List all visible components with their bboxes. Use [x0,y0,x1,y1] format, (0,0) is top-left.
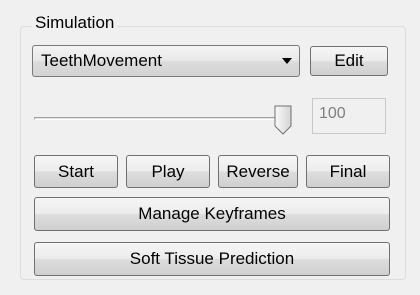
manage-keyframes-label: Manage Keyframes [138,204,286,223]
slider-track[interactable] [34,117,288,120]
edit-button[interactable]: Edit [310,46,388,76]
edit-button-label: Edit [334,51,364,70]
soft-tissue-prediction-label: Soft Tissue Prediction [129,249,295,268]
slider-thumb[interactable] [274,105,292,135]
final-button[interactable]: Final [306,155,390,188]
manage-keyframes-button[interactable]: Manage Keyframes [34,197,390,231]
play-button[interactable]: Play [126,155,210,188]
start-button-label: Start [58,161,94,181]
model-select-dropdown[interactable]: TeethMovement [32,45,300,77]
simulation-group-title: Simulation [32,13,118,33]
start-button[interactable]: Start [34,155,118,188]
slider-value-field: 100 [312,98,386,134]
final-button-label: Final [329,161,367,181]
reverse-button[interactable]: Reverse [218,155,298,188]
dropdown-arrow-icon[interactable] [282,58,292,64]
soft-tissue-prediction-button[interactable]: Soft Tissue Prediction [34,242,390,276]
model-select-value: TeethMovement [41,51,162,70]
reverse-button-label: Reverse [226,161,290,181]
play-button-label: Play [151,161,185,181]
slider-value-text: 100 [319,105,346,122]
